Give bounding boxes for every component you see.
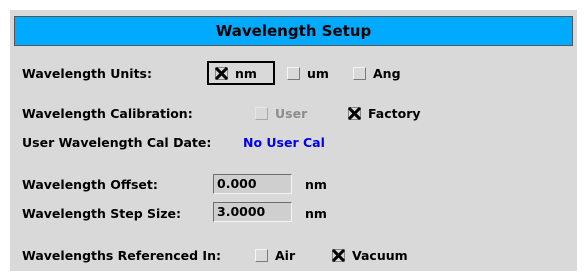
calibration-factory-checkbox[interactable]: Factory [348,106,421,121]
unit-nm-label: nm [235,66,257,81]
reference-vacuum-label: Vacuum [352,248,408,263]
calibration-user-label: User [275,106,308,121]
units-label: Wavelength Units: [22,66,152,81]
step-size-unit: nm [305,206,327,221]
reference-label: Wavelengths Referenced In: [22,248,221,263]
offset-label: Wavelength Offset: [22,177,158,192]
calibration-label: Wavelength Calibration: [22,106,193,121]
cal-date-label: User Wavelength Cal Date: [22,135,212,150]
unit-ang-checkbox[interactable]: Ang [353,66,401,81]
checkbox-icon [255,107,268,120]
calibration-factory-label: Factory [368,106,421,121]
cal-date-value: No User Cal [243,135,325,150]
unit-um-checkbox[interactable]: um [287,66,329,81]
step-size-label: Wavelength Step Size: [22,206,182,221]
reference-air-label: Air [275,248,296,263]
checkbox-icon [353,67,366,80]
unit-ang-label: Ang [373,66,401,81]
unit-nm-checkbox[interactable]: nm [215,66,257,81]
checkbox-checked-icon [332,249,345,262]
wavelength-setup-panel: Wavelength Setup Wavelength Units: nm um… [10,10,577,271]
reference-air-checkbox[interactable]: Air [255,248,295,263]
offset-input[interactable]: 0.000 [213,174,292,194]
panel-title: Wavelength Setup [14,16,573,46]
checkbox-icon [287,67,300,80]
checkbox-checked-icon [348,107,361,120]
checkbox-icon [255,249,268,262]
step-size-input[interactable]: 3.0000 [213,202,292,222]
reference-vacuum-checkbox[interactable]: Vacuum [332,248,408,263]
calibration-user-checkbox[interactable]: User [255,106,307,121]
offset-unit: nm [305,177,327,192]
unit-um-label: um [307,66,329,81]
checkbox-checked-icon [215,67,228,80]
